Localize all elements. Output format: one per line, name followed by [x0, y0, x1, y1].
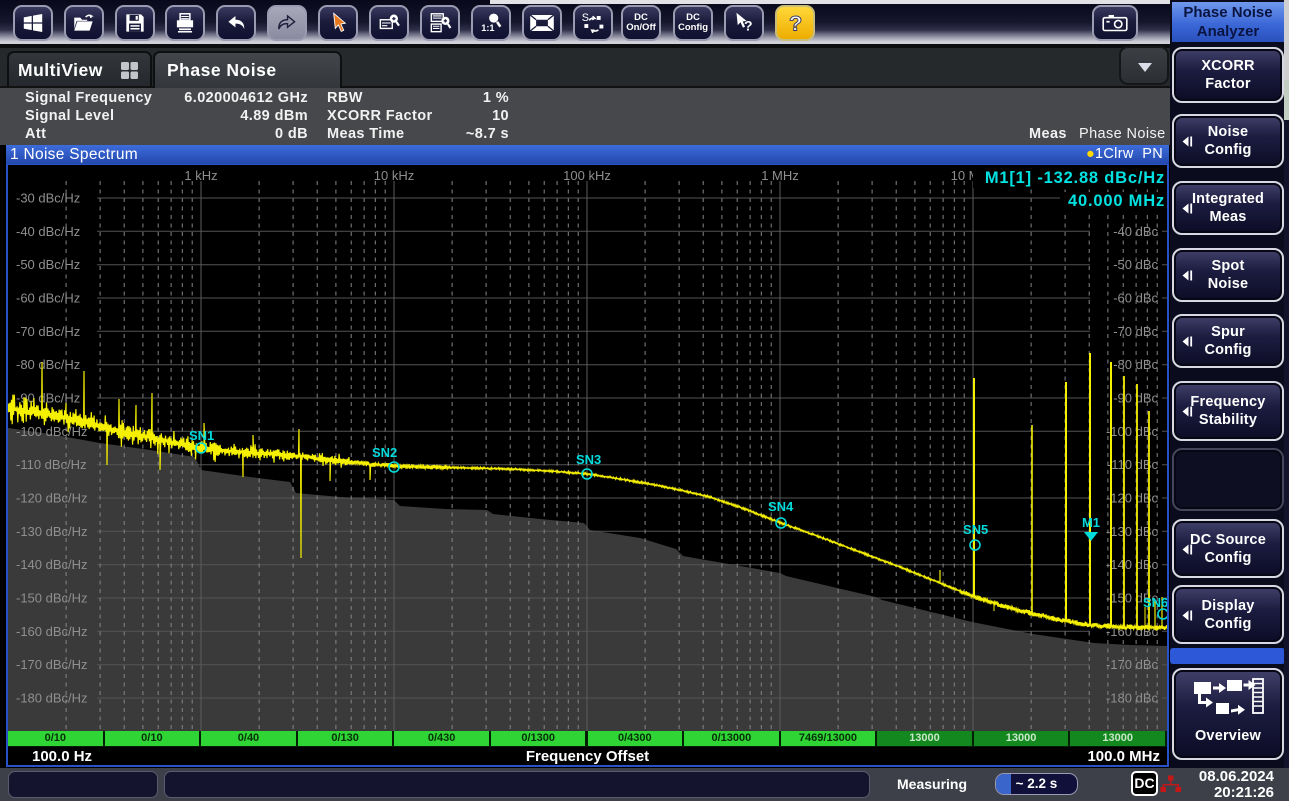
svg-text:-140 dBc: -140 dBc [1106, 557, 1159, 572]
svg-text:-120 dBc/Hz: -120 dBc/Hz [16, 491, 88, 506]
svg-text:-60 dBc/Hz: -60 dBc/Hz [16, 291, 80, 306]
svg-text:M1: M1 [1082, 515, 1100, 530]
svg-text:-150 dBc/Hz: -150 dBc/Hz [16, 591, 88, 606]
svg-text:-80 dBc: -80 dBc [1113, 357, 1158, 372]
svg-text:?: ? [744, 18, 753, 34]
svg-text:-100 dBc: -100 dBc [1106, 424, 1159, 439]
svg-text:-40 dBc/Hz: -40 dBc/Hz [16, 224, 80, 239]
svg-text:10 kHz: 10 kHz [374, 168, 414, 183]
svg-text:-70 dBc/Hz: -70 dBc/Hz [16, 324, 80, 339]
svg-text:SN2: SN2 [372, 445, 397, 460]
svg-text:-170 dBc/Hz: -170 dBc/Hz [16, 657, 88, 672]
svg-text:100 kHz: 100 kHz [563, 168, 611, 183]
svg-text:1:1: 1:1 [481, 23, 494, 33]
svg-text:-180 dBc: -180 dBc [1106, 691, 1159, 706]
svg-text:-170 dBc: -170 dBc [1106, 657, 1159, 672]
svg-text:SN4: SN4 [768, 499, 794, 514]
svg-text:SN3: SN3 [576, 452, 601, 467]
svg-text:-110 dBc/Hz: -110 dBc/Hz [16, 457, 87, 472]
svg-text:-140 dBc/Hz: -140 dBc/Hz [16, 557, 88, 572]
svg-text:?: ? [789, 11, 802, 36]
svg-text:SN5: SN5 [963, 522, 988, 537]
svg-text:-50 dBc: -50 dBc [1113, 257, 1158, 272]
svg-text:-50 dBc/Hz: -50 dBc/Hz [16, 257, 80, 272]
svg-text:-60 dBc: -60 dBc [1113, 291, 1158, 306]
svg-text:-130 dBc/Hz: -130 dBc/Hz [16, 524, 88, 539]
svg-text:-130 dBc: -130 dBc [1106, 524, 1159, 539]
svg-text:-110 dBc: -110 dBc [1107, 457, 1159, 472]
svg-text:-70 dBc: -70 dBc [1113, 324, 1158, 339]
svg-text:-160 dBc/Hz: -160 dBc/Hz [16, 624, 88, 639]
svg-text:-120 dBc: -120 dBc [1106, 491, 1159, 506]
svg-text:S: S [582, 12, 589, 24]
svg-text:1 kHz: 1 kHz [184, 168, 217, 183]
svg-text:SN1: SN1 [189, 428, 214, 443]
svg-text:40.000 MHz: 40.000 MHz [1068, 192, 1165, 210]
svg-text:-80 dBc/Hz: -80 dBc/Hz [16, 357, 80, 372]
svg-text:SN6: SN6 [1143, 595, 1167, 610]
svg-text:1 MHz: 1 MHz [761, 168, 799, 183]
svg-text:-180 dBc/Hz: -180 dBc/Hz [16, 691, 88, 706]
svg-text:-40 dBc: -40 dBc [1113, 224, 1158, 239]
svg-text:M1[1] -132.88 dBc/Hz: M1[1] -132.88 dBc/Hz [985, 169, 1165, 187]
svg-text:-90 dBc: -90 dBc [1113, 391, 1158, 406]
svg-text:-30 dBc/Hz: -30 dBc/Hz [16, 191, 80, 206]
